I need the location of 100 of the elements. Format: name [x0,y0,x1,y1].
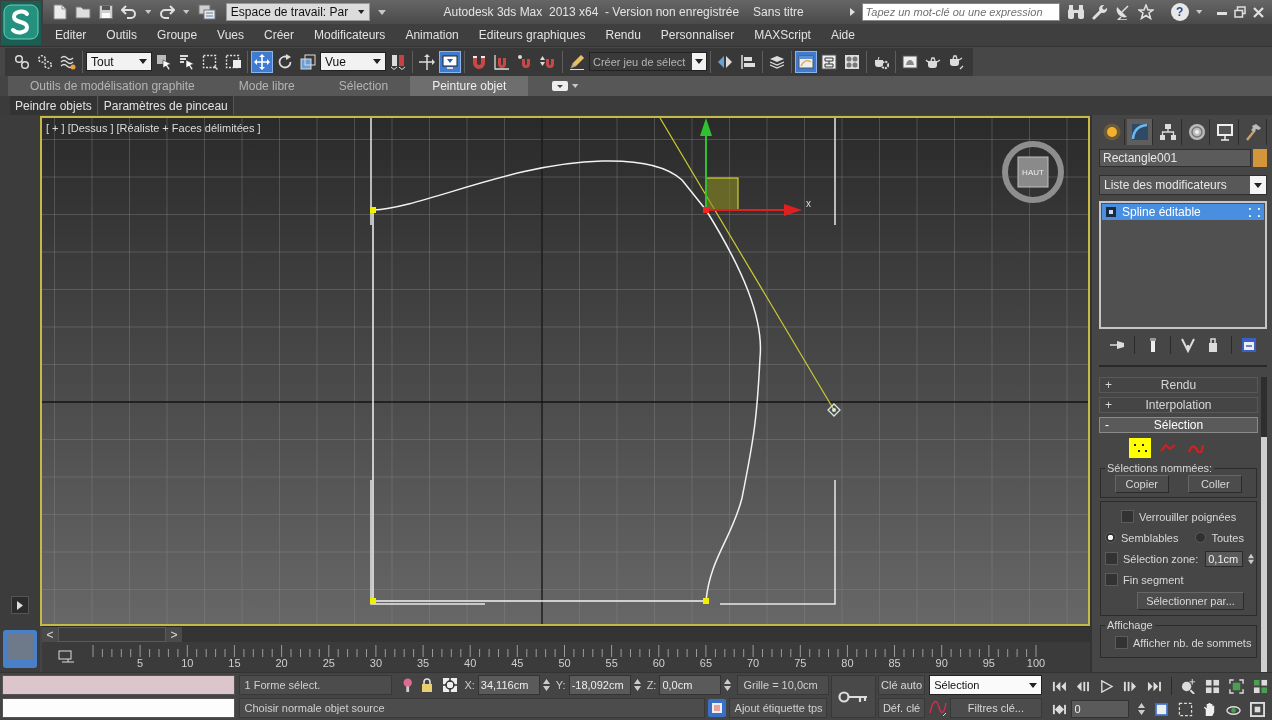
checkbox[interactable] [1105,552,1118,565]
four-squares-icon[interactable] [1205,678,1220,694]
modifier-list-dropdown[interactable]: Liste des modificateurs [1099,175,1267,195]
ribbon-panel-tab[interactable]: Paramètres de pinceau [98,96,234,115]
radio-button[interactable] [1195,532,1207,543]
menu-item[interactable]: Vues [207,28,254,42]
panel-button[interactable]: Sélectionner par... [1137,591,1244,610]
toolbar-button[interactable] [795,50,817,73]
toolbar-dropdown[interactable]: Tout [86,52,152,71]
rollout-header[interactable]: + Interpolation [1099,397,1258,413]
viewport-label[interactable]: [ + ] [46,122,65,134]
coordinate-field[interactable]: -18,092cm [568,675,631,695]
viewport-label[interactable]: [Réaliste + Faces délimitées ] [116,122,261,134]
caret-icon[interactable] [572,84,579,88]
bulb-icon[interactable] [403,677,413,693]
menu-item[interactable]: Personnaliser [650,28,745,42]
scroll-bar[interactable] [1261,377,1267,672]
caret-icon[interactable] [145,10,152,14]
selection-set-field[interactable]: Créer jeu de sélect [589,52,707,71]
next-frame-icon[interactable] [1123,679,1139,693]
restore-icon[interactable] [1234,6,1246,18]
checkbox[interactable] [1105,573,1118,586]
color-swatch-icon[interactable] [1253,149,1267,167]
menu-item[interactable]: Créer [254,28,304,42]
spline-shape[interactable] [372,160,762,602]
tangent-handle-icon[interactable] [827,403,841,417]
folder-icon[interactable] [75,5,91,19]
fork-icon[interactable] [1180,337,1197,353]
zoom-icon[interactable] [1181,678,1196,694]
tag-icon[interactable] [707,699,726,717]
object-name-field[interactable]: Rectangle001 [1099,149,1251,167]
menu-item[interactable]: Outils [96,28,148,42]
menu-item[interactable]: Editeurs graphiques [468,28,596,42]
menu-item[interactable]: Groupe [147,28,208,42]
swirl-logo-icon[interactable] [1,1,41,45]
vertex-marker-icon[interactable] [703,207,709,213]
ribbon-tab[interactable]: Sélection [316,76,411,96]
viewport-layout-icon[interactable] [2,629,38,669]
coordinate-field[interactable]: 0,0cm [659,675,722,695]
viewport[interactable]: x HAUT [ + ] [Dessus ] [Réaliste + Faces délimitées ] [40,116,1090,626]
menu-item[interactable]: MAXScript [744,28,821,42]
spinner-icon[interactable] [633,678,641,692]
vertex-marker-icon[interactable] [703,598,709,604]
checkbox[interactable] [1115,636,1128,649]
checkbox[interactable] [1121,510,1134,523]
rollout-header[interactable]: + Rendu [1099,377,1258,393]
binoculars-icon[interactable] [1066,4,1085,20]
spinner-icon[interactable] [1138,702,1146,716]
go-to-start-icon[interactable] [1051,679,1067,693]
key-mode-icon[interactable] [1051,702,1067,716]
help-button[interactable]: ? [1170,3,1189,21]
configure-panel-icon[interactable] [1240,337,1257,353]
satellite-dish-icon[interactable] [1114,4,1131,20]
script-input-field[interactable] [2,675,235,695]
ribbon-tab[interactable]: Peinture objet [410,76,529,96]
menu-item[interactable]: Editer [45,28,97,42]
menu-item[interactable]: Modificateurs [304,28,396,42]
time-slider-thumb[interactable]: < > [42,627,182,642]
key-filter-dropdown[interactable]: Sélection [929,675,1042,695]
frame-ruler[interactable] [92,644,1038,658]
viewport-label[interactable]: [Dessus ] [67,122,114,134]
triangle-icon[interactable] [849,8,855,16]
absolute-mode-icon[interactable] [442,677,459,693]
caret-icon[interactable] [1195,10,1202,14]
ribbon-tab[interactable]: Outils de modélisation graphite [8,76,217,96]
key-button[interactable] [830,675,876,718]
move-gizmo[interactable] [700,118,802,216]
ribbon-panel-tab[interactable]: Peindre objets [10,96,98,115]
play-icon[interactable] [1099,679,1115,693]
vertex-marker-icon[interactable] [370,598,376,604]
maximize-icon[interactable] [1250,701,1266,717]
coordinate-field[interactable]: 34,116cm [477,675,540,695]
rollout-header[interactable]: - Sélection [1099,417,1258,433]
ribbon-tab[interactable]: Mode libre [216,76,317,96]
toolbar-button[interactable] [439,50,461,73]
workspace-dropdown[interactable]: Espace de travail: Par [225,3,370,21]
frame-field[interactable]: 0 [1071,700,1130,718]
field-of-view-icon[interactable] [1154,701,1170,717]
caret-icon[interactable] [377,9,386,15]
spinner-icon[interactable] [724,678,732,692]
project-folder-icon[interactable] [197,4,216,20]
time-tag-button[interactable]: Ajout étiquette tps [728,698,827,718]
expand-button[interactable] [11,596,29,614]
previous-frame-button[interactable]: < [42,627,58,642]
panel-button[interactable]: Coller [1188,475,1243,493]
caret-icon[interactable] [183,10,190,14]
search-field[interactable]: Tapez un mot-clé ou une expression [861,3,1060,21]
zoom-extents-all-icon[interactable] [1253,678,1268,694]
menu-item[interactable]: Rendu [595,28,651,42]
viewcube[interactable] [1002,141,1064,203]
redo-icon[interactable] [159,5,176,19]
spinner-icon[interactable] [542,678,550,692]
wrench-icon[interactable] [1091,4,1108,20]
sub-object-button[interactable] [1128,438,1151,458]
time-slider-track[interactable]: < > [42,626,1090,642]
floppy-icon[interactable] [99,5,113,19]
next-frame-button[interactable]: > [166,627,182,642]
panel-tab[interactable] [1127,119,1154,145]
radio-button[interactable] [1105,532,1116,543]
toolbar-button[interactable] [251,50,273,73]
